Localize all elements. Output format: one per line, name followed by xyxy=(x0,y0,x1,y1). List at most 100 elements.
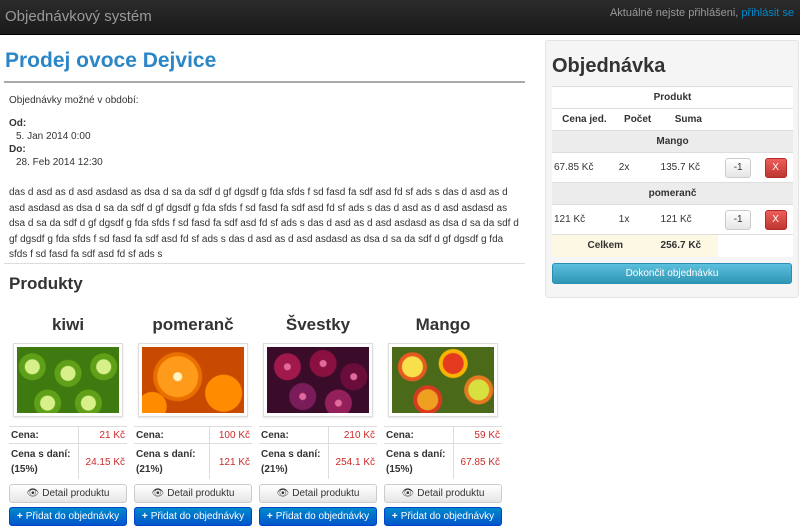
order-total-empty-1 xyxy=(718,234,759,257)
product-card: pomeranč Cena: 100 Kč Cena s daní: (21%) 121 … xyxy=(134,315,252,526)
product-name: Mango xyxy=(415,315,471,334)
add-to-order-button[interactable]: + Přidat do objednávky xyxy=(134,507,252,526)
price-value: 100 Kč xyxy=(209,426,252,444)
eye-icon: 👁 xyxy=(276,488,290,499)
order-item-count: 1x xyxy=(616,204,659,235)
price-value: 210 Kč xyxy=(328,426,377,444)
order-total-empty-2 xyxy=(758,234,793,257)
plus-icon: + xyxy=(266,511,273,522)
order-item-unit-price: 121 Kč xyxy=(552,204,617,235)
add-to-order-button[interactable]: + Přidat do objednávky xyxy=(9,507,127,526)
order-header-sum: Suma xyxy=(658,108,719,131)
main-content: Prodej ovoce Dejvice Objednávky možné v … xyxy=(0,35,530,529)
price-value: 21 Kč xyxy=(78,426,127,444)
price-tax-label-text: Cena s daní: xyxy=(261,449,321,460)
login-status-text: Aktuálně nejste přihlášeni, xyxy=(609,7,739,19)
order-title: Objednávka xyxy=(552,55,666,77)
order-item-name: Mango xyxy=(552,130,793,153)
detail-button-label: Detail produktu xyxy=(42,488,110,499)
price-tax-value: 254.1 Kč xyxy=(328,443,377,479)
decrease-button[interactable]: -1 xyxy=(725,209,752,230)
price-value: 59 Kč xyxy=(453,426,502,444)
period-label: Objednávky možné v období: xyxy=(9,95,139,106)
order-header-empty-2 xyxy=(758,108,793,131)
tax-rate: (15%) xyxy=(386,464,413,475)
eye-icon: 👁 xyxy=(151,488,165,499)
tax-rate: (21%) xyxy=(136,464,163,475)
price-label: Cena: xyxy=(259,426,329,444)
product-card: Mango Cena: 59 Kč Cena s daní: (15%) 67.85 Kč… xyxy=(384,315,502,526)
decrease-button[interactable]: -1 xyxy=(725,157,752,178)
to-value: 28. Feb 2014 12:30 xyxy=(16,157,103,168)
order-item-sum: 121 Kč xyxy=(658,204,719,235)
plus-icon: + xyxy=(141,511,148,522)
detail-button[interactable]: 👁 Detail produktu xyxy=(384,484,502,503)
order-item-minus-cell: -1 xyxy=(718,152,759,183)
page-title: Prodej ovoce Dejvice xyxy=(5,49,217,72)
finish-order-button[interactable]: Dokončit objednávku xyxy=(552,263,792,284)
order-header-unit-price: Cena jed. xyxy=(552,108,617,131)
product-card: kiwi Cena: 21 Kč Cena s daní: (15%) 24.15 Kč 👁… xyxy=(9,315,127,526)
eye-icon: 👁 xyxy=(401,488,415,499)
order-total-label: Celkem xyxy=(552,234,659,257)
product-image xyxy=(263,343,373,417)
order-item-name: pomeranč xyxy=(552,182,793,205)
order-item-unit-price: 67.85 Kč xyxy=(552,152,617,183)
product-photo xyxy=(142,347,244,413)
detail-button[interactable]: 👁 Detail produktu xyxy=(259,484,377,503)
price-tax-value: 67.85 Kč xyxy=(453,443,502,479)
price-tax-label-text: Cena s daní: xyxy=(386,449,446,460)
detail-button[interactable]: 👁 Detail produktu xyxy=(9,484,127,503)
price-label: Cena: xyxy=(134,426,210,444)
add-button-label: Přidat do objednávky xyxy=(25,511,120,522)
login-status: Aktuálně nejste přihlášeni, přihlásit se xyxy=(610,7,794,19)
price-tax-label: Cena s daní: (15%) xyxy=(384,443,454,479)
product-image xyxy=(13,343,123,417)
plus-icon: + xyxy=(391,511,398,522)
login-link[interactable]: přihlásit se xyxy=(741,7,794,19)
order-panel: Objednávka Produkt Cena jed. Počet Suma … xyxy=(545,40,799,298)
product-photo xyxy=(392,347,494,413)
order-item-minus-cell: -1 xyxy=(718,204,759,235)
tax-rate: (21%) xyxy=(261,464,288,475)
order-item-sum: 135.7 Kč xyxy=(658,152,719,183)
detail-button[interactable]: 👁 Detail produktu xyxy=(134,484,252,503)
product-image xyxy=(388,343,498,417)
price-tax-value: 121 Kč xyxy=(209,443,252,479)
to-label: Do: xyxy=(9,144,26,155)
product-price-table: Cena: 100 Kč Cena s daní: (21%) 121 Kč xyxy=(134,426,252,479)
eye-icon: 👁 xyxy=(26,488,40,499)
remove-button[interactable]: X xyxy=(764,157,787,178)
add-button-label: Přidat do objednávky xyxy=(400,511,495,522)
price-tax-label: Cena s daní: (21%) xyxy=(134,443,210,479)
remove-button[interactable]: X xyxy=(764,209,787,230)
product-photo xyxy=(267,347,369,413)
add-to-order-button[interactable]: + Přidat do objednávky xyxy=(259,507,377,526)
order-header-product: Produkt xyxy=(552,86,793,109)
detail-button-label: Detail produktu xyxy=(417,488,485,499)
add-button-label: Přidat do objednávky xyxy=(150,511,245,522)
order-table: Produkt Cena jed. Počet Suma Mango 67.85… xyxy=(552,86,793,257)
products-heading: Produkty xyxy=(9,274,83,293)
from-label: Od: xyxy=(9,118,27,129)
section-divider xyxy=(4,263,525,264)
price-tax-label: Cena s daní: (15%) xyxy=(9,443,79,479)
order-total-value: 256.7 Kč xyxy=(658,234,719,257)
detail-button-label: Detail produktu xyxy=(167,488,235,499)
app-brand[interactable]: Objednávkový systém xyxy=(5,8,152,25)
add-button-label: Přidat do objednávky xyxy=(275,511,370,522)
add-to-order-button[interactable]: + Přidat do objednávky xyxy=(384,507,502,526)
shop-description: das d asd as d asd asdasd as dsa d sa da… xyxy=(9,187,519,260)
order-header-empty-1 xyxy=(718,108,759,131)
price-label: Cena: xyxy=(384,426,454,444)
plus-icon: + xyxy=(16,511,23,522)
product-price-table: Cena: 21 Kč Cena s daní: (15%) 24.15 Kč xyxy=(9,426,127,479)
product-image xyxy=(138,343,248,417)
price-tax-label-text: Cena s daní: xyxy=(11,449,71,460)
product-name: kiwi xyxy=(51,315,85,334)
order-item-count: 2x xyxy=(616,152,659,183)
order-header-count: Počet xyxy=(616,108,659,131)
price-tax-label-text: Cena s daní: xyxy=(136,449,196,460)
tax-rate: (15%) xyxy=(11,464,38,475)
product-card: Švestky Cena: 210 Kč Cena s daní: (21%) 254.1… xyxy=(259,315,377,526)
